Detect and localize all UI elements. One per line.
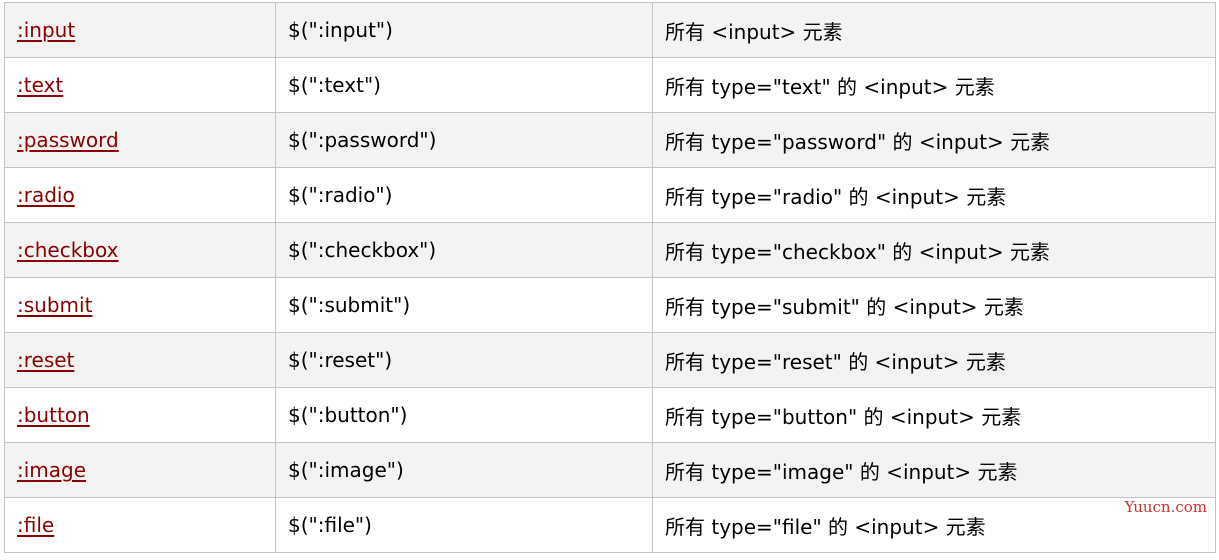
selector-link[interactable]: :checkbox: [17, 238, 118, 262]
description-cell: 所有 type="checkbox" 的 <input> 元素: [652, 222, 1216, 278]
selector-cell: :checkbox: [4, 222, 276, 278]
table-row: :input $(":input") 所有 <input> 元素: [4, 2, 1216, 58]
page: :input $(":input") 所有 <input> 元素 :text $…: [0, 0, 1219, 560]
table-row: :password $(":password") 所有 type="passwo…: [4, 112, 1216, 168]
description-cell: 所有 type="submit" 的 <input> 元素: [652, 277, 1216, 333]
table-row: :button $(":button") 所有 type="button" 的 …: [4, 387, 1216, 443]
example-cell: $(":submit"): [275, 277, 653, 333]
selector-link[interactable]: :text: [17, 73, 63, 97]
selector-cell: :reset: [4, 332, 276, 388]
description-cell: 所有 type="radio" 的 <input> 元素: [652, 167, 1216, 223]
description-cell: 所有 type="password" 的 <input> 元素: [652, 112, 1216, 168]
watermark: Yuucn.com: [1124, 498, 1207, 516]
selector-cell: :image: [4, 442, 276, 498]
selector-link[interactable]: :radio: [17, 183, 75, 207]
selector-link[interactable]: :button: [17, 403, 90, 427]
table-row: :reset $(":reset") 所有 type="reset" 的 <in…: [4, 332, 1216, 388]
selector-cell: :input: [4, 2, 276, 58]
description-cell: 所有 <input> 元素: [652, 2, 1216, 58]
description-cell: 所有 type="image" 的 <input> 元素: [652, 442, 1216, 498]
selector-link[interactable]: :submit: [17, 293, 92, 317]
table-row: :file $(":file") 所有 type="file" 的 <input…: [4, 497, 1216, 553]
selector-reference-table: :input $(":input") 所有 <input> 元素 :text $…: [4, 2, 1216, 553]
example-cell: $(":checkbox"): [275, 222, 653, 278]
selector-link[interactable]: :input: [17, 18, 75, 42]
selector-link[interactable]: :file: [17, 513, 54, 537]
example-cell: $(":image"): [275, 442, 653, 498]
example-cell: $(":file"): [275, 497, 653, 553]
selector-link[interactable]: :reset: [17, 348, 74, 372]
description-cell: 所有 type="text" 的 <input> 元素: [652, 57, 1216, 113]
example-cell: $(":password"): [275, 112, 653, 168]
description-cell: 所有 type="reset" 的 <input> 元素: [652, 332, 1216, 388]
selector-cell: :password: [4, 112, 276, 168]
table-row: :image $(":image") 所有 type="image" 的 <in…: [4, 442, 1216, 498]
selector-cell: :file: [4, 497, 276, 553]
selector-cell: :button: [4, 387, 276, 443]
table-row: :text $(":text") 所有 type="text" 的 <input…: [4, 57, 1216, 113]
table-row: :checkbox $(":checkbox") 所有 type="checkb…: [4, 222, 1216, 278]
selector-link[interactable]: :image: [17, 458, 86, 482]
table-row: :submit $(":submit") 所有 type="submit" 的 …: [4, 277, 1216, 333]
example-cell: $(":input"): [275, 2, 653, 58]
selector-cell: :radio: [4, 167, 276, 223]
example-cell: $(":text"): [275, 57, 653, 113]
example-cell: $(":radio"): [275, 167, 653, 223]
selector-link[interactable]: :password: [17, 128, 119, 152]
example-cell: $(":reset"): [275, 332, 653, 388]
table-row: :radio $(":radio") 所有 type="radio" 的 <in…: [4, 167, 1216, 223]
description-cell: 所有 type="button" 的 <input> 元素: [652, 387, 1216, 443]
selector-cell: :text: [4, 57, 276, 113]
example-cell: $(":button"): [275, 387, 653, 443]
selector-cell: :submit: [4, 277, 276, 333]
